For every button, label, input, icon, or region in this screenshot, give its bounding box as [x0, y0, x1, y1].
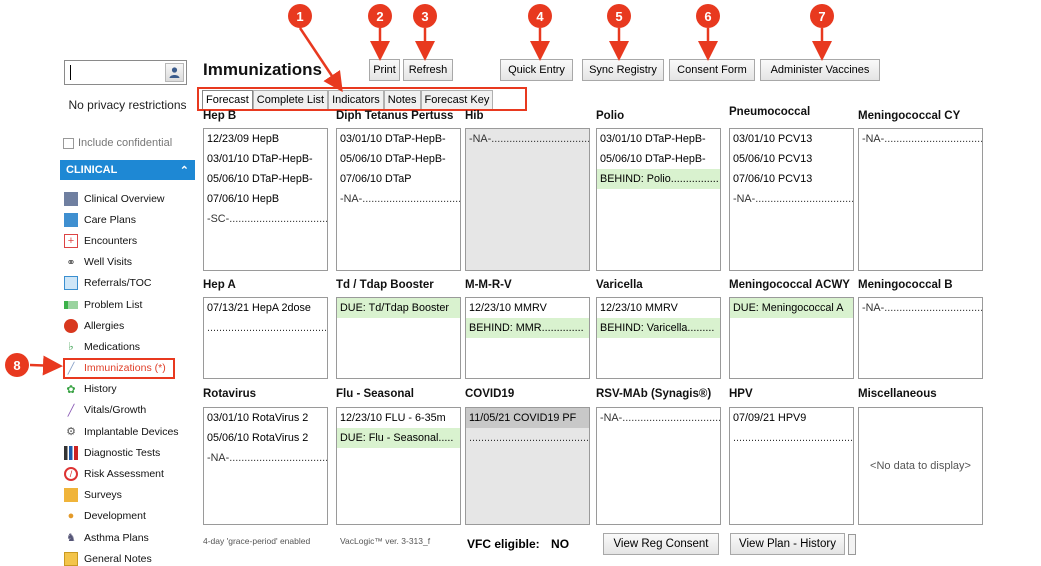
- callout-3: 3: [413, 4, 437, 28]
- callout-arrows: [29, 27, 832, 376]
- callout-6: 6: [696, 4, 720, 28]
- callout-5: 5: [607, 4, 631, 28]
- callout-2: 2: [368, 4, 392, 28]
- callout-1: 1: [288, 4, 312, 28]
- callout-8: 8: [5, 353, 29, 377]
- callout-7: 7: [810, 4, 834, 28]
- callout-4: 4: [528, 4, 552, 28]
